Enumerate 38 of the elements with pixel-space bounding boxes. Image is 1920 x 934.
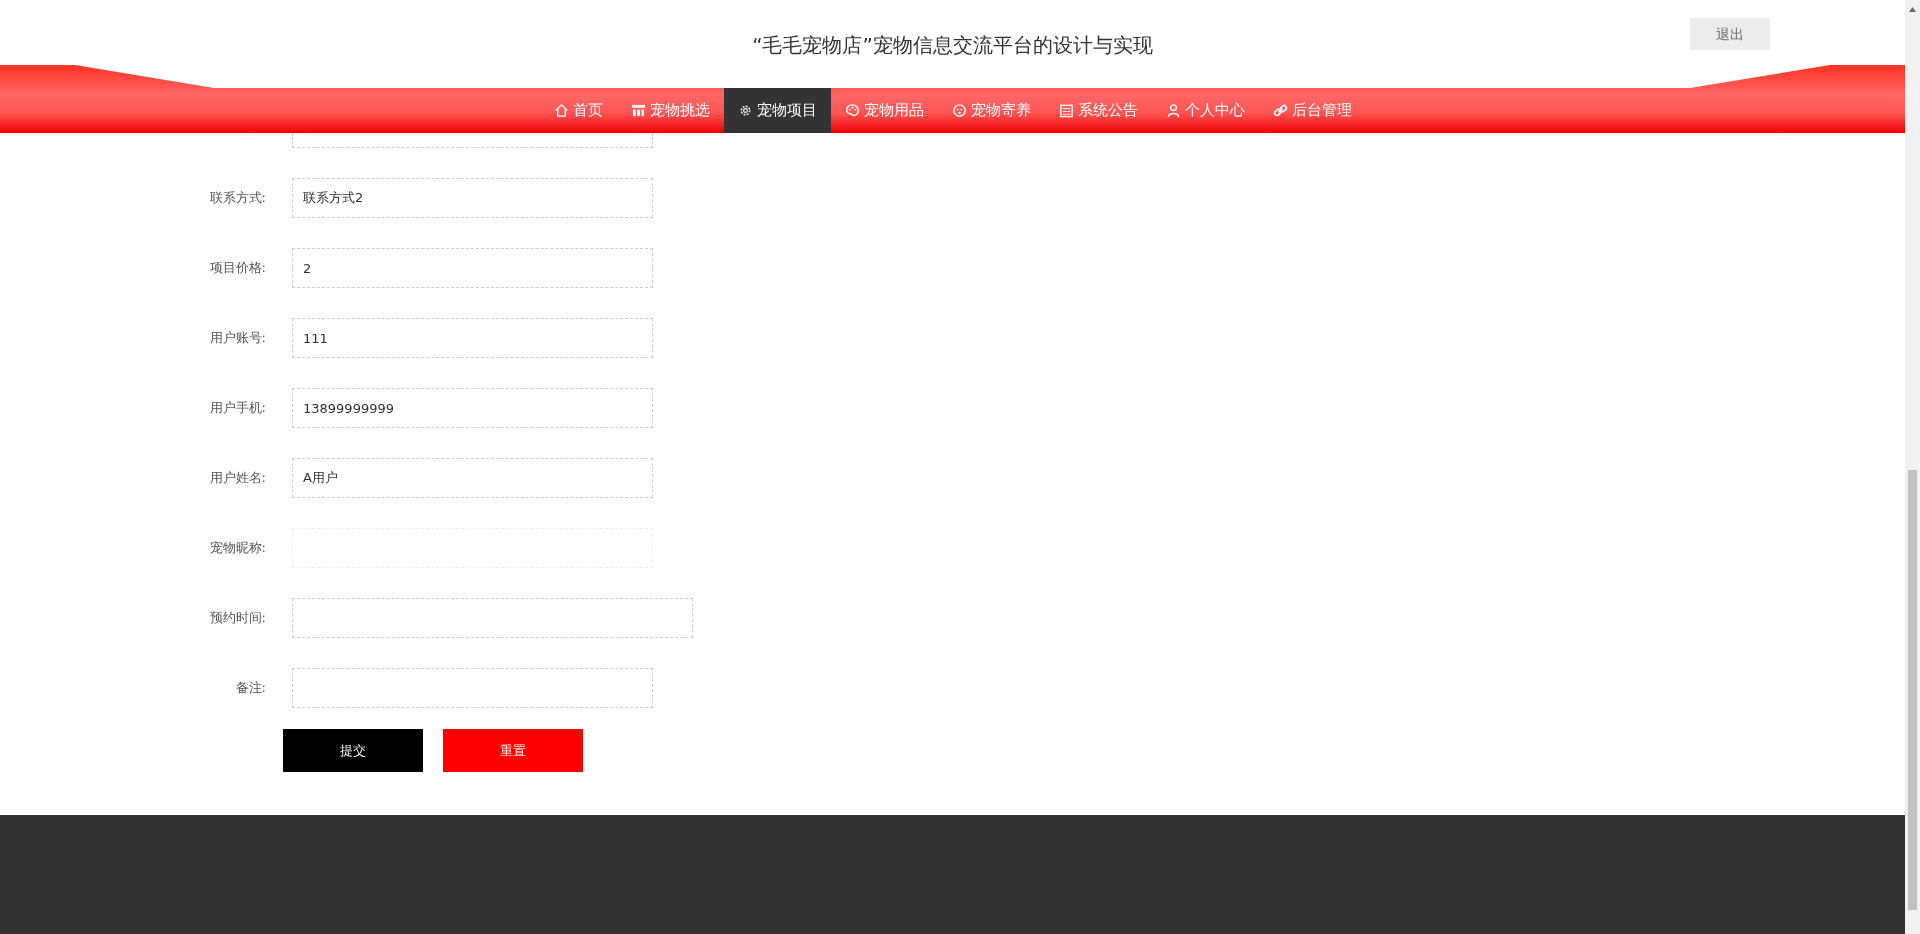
grid-icon xyxy=(630,103,646,118)
nav-item[interactable]: 首页 xyxy=(539,88,617,133)
field-label: 用户手机: xyxy=(208,399,267,418)
nav-item[interactable]: 系统公告 xyxy=(1044,88,1152,133)
logout-button[interactable]: 退出 xyxy=(1690,18,1770,50)
field-label: 联系方式: xyxy=(208,189,267,208)
face-icon xyxy=(951,103,967,118)
input-field[interactable]: 2 xyxy=(292,248,653,288)
nav-item[interactable]: 宠物挑选 xyxy=(616,88,724,133)
field-label: 用户账号: xyxy=(208,329,267,348)
input-field[interactable]: 13899999999 xyxy=(292,388,653,428)
input-field[interactable] xyxy=(292,133,653,148)
nav-item[interactable]: 宠物项目 xyxy=(723,88,831,133)
reset-button[interactable]: 重置 xyxy=(443,729,583,772)
scrollbar[interactable] xyxy=(1905,0,1920,934)
link-icon xyxy=(1272,103,1288,118)
site-title: “毛毛宠物店”宠物信息交流平台的设计与实现 xyxy=(752,31,1153,59)
nav-item[interactable]: 个人中心 xyxy=(1151,88,1259,133)
nav-item[interactable]: 后台管理 xyxy=(1258,88,1366,133)
input-field[interactable]: 联系方式2 xyxy=(292,178,653,218)
field-label: 用户姓名: xyxy=(208,469,267,488)
field-label: 项目价格: xyxy=(208,259,267,278)
scrollbar-thumb[interactable] xyxy=(1908,470,1917,910)
field-label: 预约时间: xyxy=(208,609,267,628)
scroll-up-icon[interactable] xyxy=(1908,6,1917,14)
input-field[interactable] xyxy=(292,668,653,708)
user-icon xyxy=(1165,103,1181,118)
calendar-icon xyxy=(1058,103,1074,118)
input-field[interactable] xyxy=(292,598,693,638)
field-label: 宠物昵称: xyxy=(208,539,267,558)
input-field[interactable]: A用户 xyxy=(292,458,653,498)
submit-button[interactable]: 提交 xyxy=(283,729,423,772)
home-icon xyxy=(553,103,569,118)
nav-item[interactable]: 宠物寄养 xyxy=(937,88,1045,133)
field-label: 备注: xyxy=(234,679,267,698)
nav-item[interactable]: 宠物用品 xyxy=(830,88,938,133)
palette-icon xyxy=(844,103,860,118)
input-field[interactable]: 111 xyxy=(292,318,653,358)
